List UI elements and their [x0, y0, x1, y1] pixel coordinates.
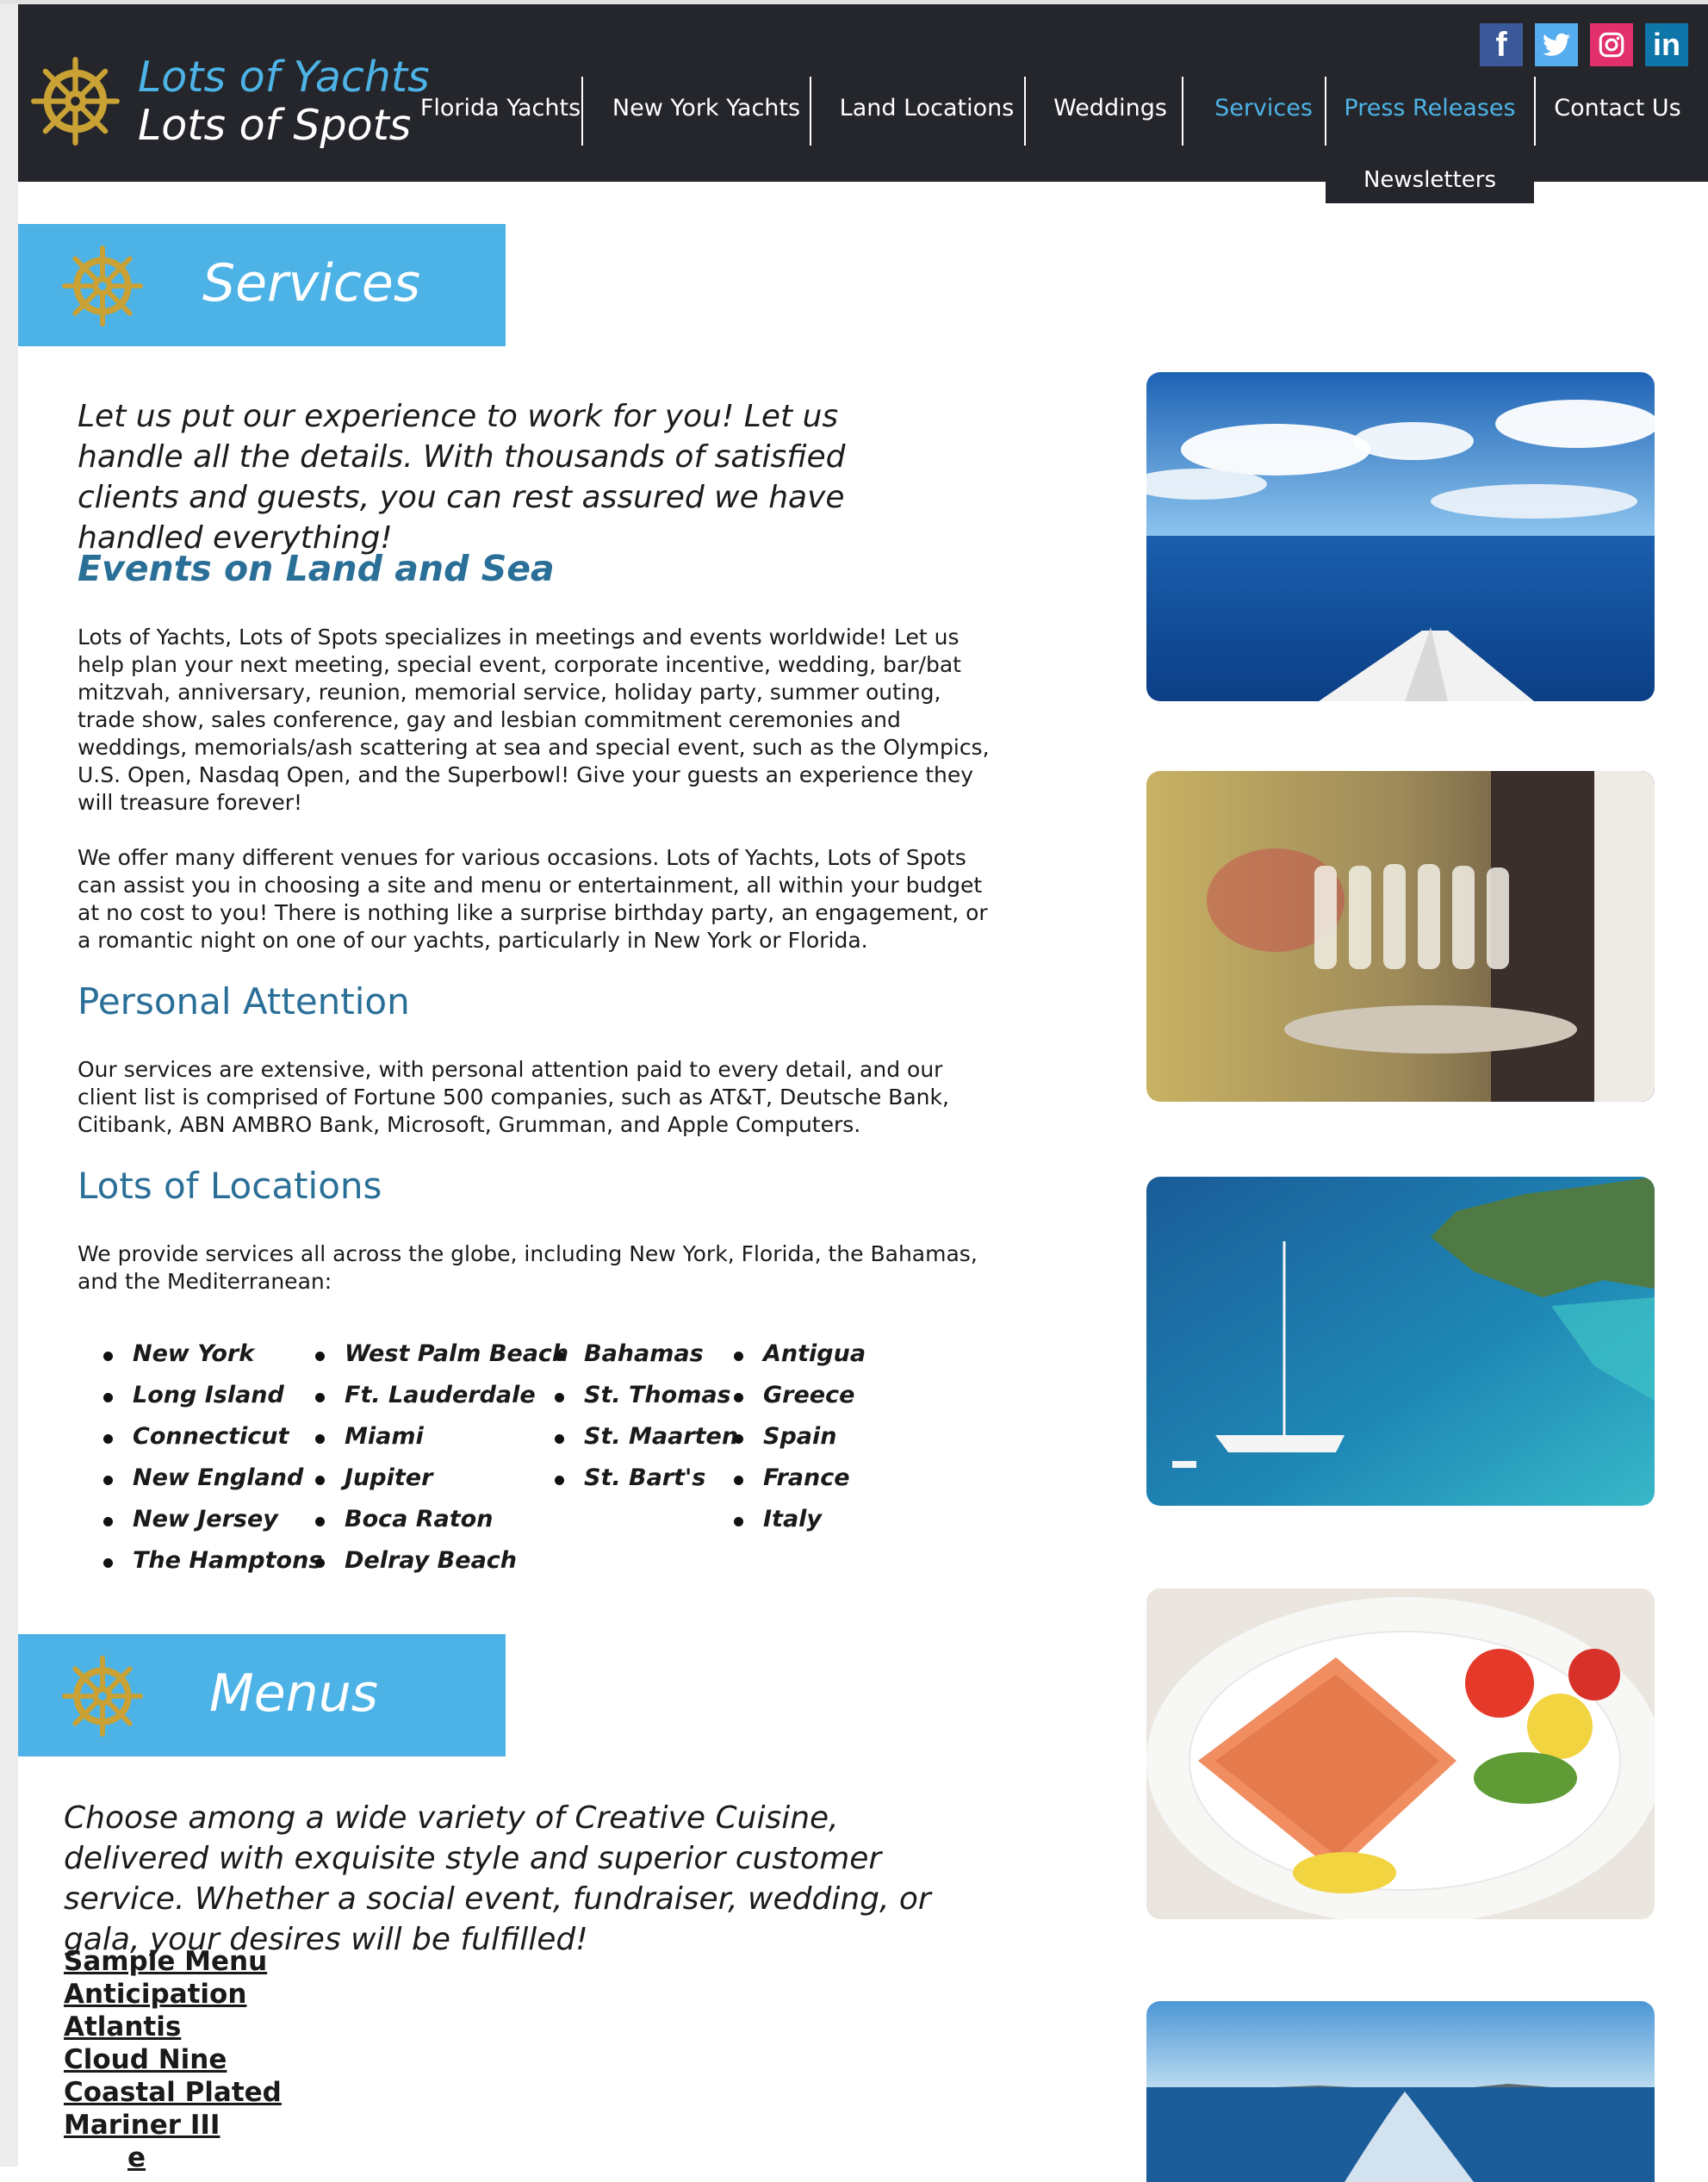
list-item: New York [102, 1340, 255, 1367]
nav-new-york-yachts[interactable]: New York Yachts [590, 73, 823, 142]
nav-divider [810, 77, 811, 146]
ocean-yacht-bow-photo [1146, 372, 1655, 701]
left-gutter [0, 0, 18, 2166]
menus-title: Menus [209, 1663, 378, 1724]
list-item: Long Island [103, 1382, 284, 1408]
dropdown-newsletters[interactable]: Newsletters [1326, 169, 1534, 203]
list-item: Delray Beach [314, 1547, 518, 1574]
champagne-tray-photo [1146, 771, 1655, 1102]
list-item: Greece [733, 1382, 855, 1408]
menu-link-coastal-plated[interactable]: Coastal Plated [64, 2076, 282, 2109]
list-item: Miami [315, 1423, 424, 1450]
list-item: Boca Raton [314, 1506, 494, 1532]
services-title: Services [202, 253, 421, 314]
nav-services[interactable]: Services [1190, 73, 1337, 142]
twitter-icon[interactable] [1535, 23, 1578, 66]
events-heading: Events on Land and Sea [78, 548, 555, 589]
ship-wheel-logo-icon[interactable] [30, 56, 121, 146]
list-item: St. Bart's [554, 1464, 706, 1491]
grilled-salmon-photo [1146, 1588, 1655, 1919]
locations-heading: Lots of Locations [78, 1165, 382, 1207]
menu-link-sample-menu[interactable]: Sample Menu [64, 1945, 267, 1978]
boat-wake-photo [1146, 2001, 1655, 2182]
nav-weddings[interactable]: Weddings [1033, 73, 1188, 142]
nav-divider [1024, 77, 1026, 146]
menus-banner: Menus [18, 1634, 506, 1756]
list-item: St. Maarten [554, 1423, 739, 1450]
list-item: The Hamptons [102, 1547, 323, 1574]
menu-link-anticipation[interactable]: Anticipation [64, 1978, 246, 2011]
nav-florida-yachts[interactable]: Florida Yachts [393, 73, 608, 142]
list-item: New Jersey [103, 1506, 278, 1532]
list-item: Italy [733, 1506, 823, 1532]
brand-line-2[interactable]: Lots of Spots [138, 101, 411, 150]
nav-contact-us[interactable]: Contact Us [1536, 73, 1699, 142]
locations-paragraph: We provide services all across the globe… [78, 1241, 978, 1294]
services-banner: Services [18, 224, 506, 346]
list-item: Ft. Lauderdale [315, 1382, 536, 1408]
list-item: St. Thomas [555, 1382, 731, 1408]
attention-paragraph: Our services are extensive, with persona… [78, 1057, 949, 1137]
list-item: Connecticut [102, 1423, 289, 1450]
list-item: Spain [733, 1423, 837, 1450]
ship-wheel-icon [61, 245, 144, 327]
list-item: Antigua [733, 1340, 866, 1367]
nav-press-releases[interactable]: Press Releases [1326, 73, 1534, 142]
menu-link-mariner-iii[interactable]: Mariner III [64, 2109, 220, 2142]
menu-link-cloud-nine[interactable]: Cloud Nine [64, 2043, 227, 2076]
events-paragraph-2: We offer many different venues for vario… [78, 845, 988, 953]
nav-divider [581, 77, 583, 146]
sailboat-lagoon-photo [1146, 1177, 1655, 1506]
menu-link-partial[interactable]: e [127, 2142, 146, 2174]
facebook-icon[interactable]: f [1480, 23, 1523, 66]
instagram-icon[interactable] [1590, 23, 1633, 66]
list-item: New England [102, 1464, 304, 1491]
list-item: Bahamas [555, 1340, 704, 1367]
menus-intro: Choose among a wide variety of Creative … [64, 1800, 931, 1957]
list-item: West Palm Beach [314, 1340, 569, 1367]
services-intro: Let us put our experience to work for yo… [78, 399, 846, 556]
site-header: Lots of Yachts Lots of Spots f in Florid… [18, 4, 1708, 182]
nav-land-locations[interactable]: Land Locations [819, 73, 1034, 142]
events-paragraph-1: Lots of Yachts, Lots of Spots specialize… [78, 625, 990, 815]
list-item: France [734, 1464, 850, 1491]
linkedin-icon[interactable]: in [1645, 23, 1688, 66]
list-item: Jupiter [314, 1464, 433, 1491]
ship-wheel-icon [61, 1655, 144, 1738]
menu-link-atlantis[interactable]: Atlantis [64, 2011, 181, 2043]
brand-line-1[interactable]: Lots of Yachts [138, 53, 430, 102]
attention-heading: Personal Attention [78, 980, 410, 1023]
nav-divider [1182, 77, 1183, 146]
